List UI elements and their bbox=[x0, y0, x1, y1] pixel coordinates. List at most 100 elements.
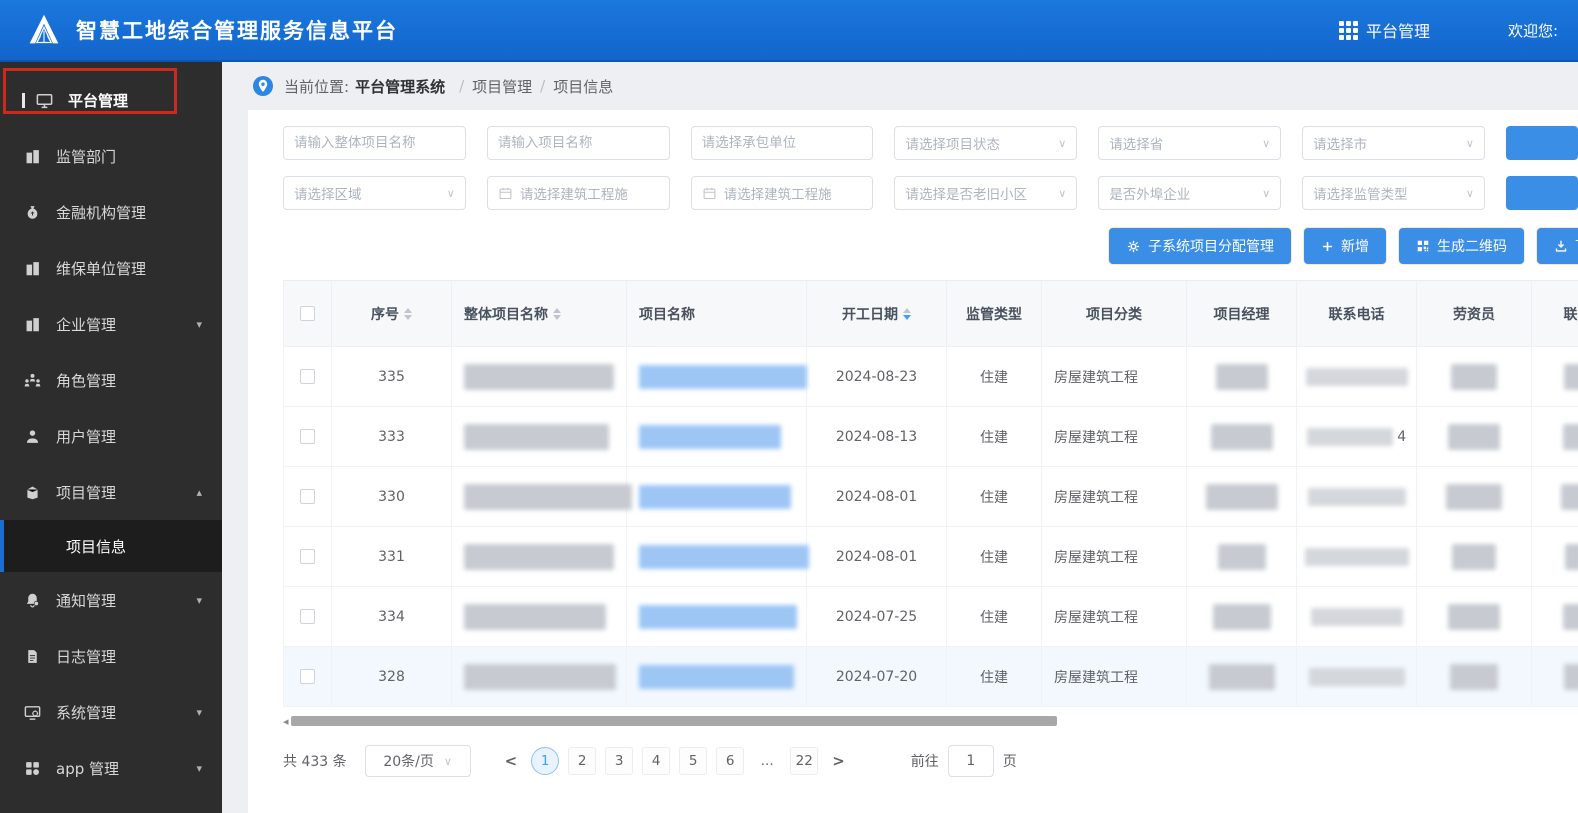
project-category-cell: 房屋建筑工程 bbox=[1041, 466, 1187, 527]
row-select-cell bbox=[283, 646, 332, 707]
filter-input[interactable] bbox=[283, 126, 466, 160]
filter-placeholder: 请选择监管类型 bbox=[1313, 187, 1408, 203]
redacted-text bbox=[464, 483, 632, 510]
prev-page-button[interactable]: < bbox=[495, 752, 528, 770]
action-button-label: 新增 bbox=[1341, 239, 1369, 255]
search-button[interactable] bbox=[1505, 126, 1578, 160]
sidebar-item[interactable]: 金融机构管理 bbox=[0, 184, 222, 240]
search-button[interactable] bbox=[1505, 176, 1578, 210]
sidebar-item[interactable]: 企业管理 ▾ bbox=[0, 296, 222, 352]
project-manager-cell bbox=[1186, 526, 1297, 587]
filter-date-picker[interactable]: 请选择建筑工程施 bbox=[486, 176, 670, 210]
filter-select[interactable]: 请选择是否老旧小区 ∨ bbox=[894, 176, 1078, 210]
column-header: 联系电话 bbox=[1531, 280, 1578, 347]
page-number-button[interactable]: 2 bbox=[568, 747, 597, 775]
filter-text-input[interactable] bbox=[701, 135, 863, 151]
chevron-down-icon: ▾ bbox=[196, 705, 202, 719]
redacted-link-text[interactable] bbox=[639, 604, 797, 629]
page-number-button[interactable]: 4 bbox=[642, 747, 671, 775]
sidebar-item[interactable]: 平台管理 bbox=[0, 72, 222, 128]
redacted-link-text[interactable] bbox=[639, 664, 794, 689]
page-number-button[interactable]: 1 bbox=[531, 747, 560, 775]
sidebar-subitem-project-info[interactable]: 项目信息 bbox=[0, 520, 222, 572]
row-checkbox[interactable] bbox=[300, 669, 315, 684]
redacted-link-text[interactable] bbox=[639, 544, 809, 569]
sort-caret-icon[interactable] bbox=[553, 307, 561, 320]
download-button[interactable]: 下载 bbox=[1537, 228, 1578, 264]
column-header-label: 联系电话 bbox=[1563, 306, 1578, 323]
sidebar-item[interactable]: 日志管理 bbox=[0, 628, 222, 684]
page-number-button[interactable]: 22 bbox=[790, 747, 819, 775]
subsystem-project-allocation-button[interactable]: 子系统项目分配管理 bbox=[1109, 228, 1291, 264]
table-row: 333 2024-08-13 住建 房屋建筑工程 4 bbox=[283, 406, 1578, 467]
add-new-button[interactable]: 新增 bbox=[1304, 228, 1386, 264]
column-header-label: 序号 bbox=[371, 306, 399, 323]
content-panel: 请选择项目状态 ∨ 请选择省 ∨ 请选择市 ∨ 请选择区域 ∨ 请选择建筑工程施 请选择建筑工程… bbox=[248, 110, 1578, 813]
top-header: 智慧工地综合管理服务信息平台 平台管理 欢迎您: bbox=[0, 0, 1578, 62]
chevron-down-icon: ▾ bbox=[196, 593, 202, 607]
filter-date-picker[interactable]: 请选择建筑工程施 bbox=[690, 176, 874, 210]
row-checkbox[interactable] bbox=[300, 609, 315, 624]
breadcrumb-item-project-management[interactable]: 项目管理 bbox=[472, 76, 532, 97]
filter-input[interactable] bbox=[486, 126, 670, 160]
sidebar-item[interactable]: 角色管理 bbox=[0, 352, 222, 408]
filter-select[interactable]: 请选择市 ∨ bbox=[1302, 126, 1485, 160]
filter-text-input[interactable] bbox=[294, 135, 455, 151]
filter-select[interactable]: 请选择区域 ∨ bbox=[283, 176, 466, 210]
sidebar-item[interactable]: 项目管理 ▴ bbox=[0, 464, 222, 520]
page-number-button[interactable]: 5 bbox=[679, 747, 708, 775]
breadcrumb-prefix: 当前位置: bbox=[284, 77, 350, 96]
filter-placeholder: 请选择建筑工程施 bbox=[723, 187, 832, 203]
horizontal-scrollbar[interactable]: ◂ bbox=[283, 715, 1578, 728]
row-checkbox[interactable] bbox=[300, 549, 315, 564]
contact-phone-cell bbox=[1296, 586, 1417, 647]
sort-caret-icon[interactable] bbox=[404, 307, 412, 320]
scrollbar-left-arrow-icon[interactable]: ◂ bbox=[283, 715, 291, 728]
redacted-text bbox=[1215, 363, 1268, 390]
filter-select[interactable]: 请选择项目状态 ∨ bbox=[894, 126, 1078, 160]
app-logo-icon bbox=[26, 13, 62, 47]
monitor-icon bbox=[34, 90, 54, 110]
column-header: 项目名称 bbox=[626, 280, 807, 347]
sidebar-item[interactable]: 通知管理 ▾ bbox=[0, 572, 222, 628]
column-header-inner: 整体项目名称 bbox=[452, 304, 626, 324]
next-page-button[interactable]: > bbox=[822, 752, 855, 770]
row-checkbox[interactable] bbox=[300, 489, 315, 504]
filter-text-input[interactable] bbox=[497, 135, 659, 151]
filter-select[interactable]: 请选择省 ∨ bbox=[1098, 126, 1282, 160]
row-checkbox[interactable] bbox=[300, 429, 315, 444]
sidebar-item[interactable]: 维保单位管理 bbox=[0, 240, 222, 296]
top-nav-platform-management[interactable]: 平台管理 bbox=[1366, 18, 1430, 42]
breadcrumb-root[interactable]: 平台管理系统 bbox=[355, 76, 445, 97]
breadcrumb-item-project-info[interactable]: 项目信息 bbox=[553, 76, 613, 97]
supervision-type-cell: 住建 bbox=[946, 466, 1042, 527]
sidebar-item[interactable]: 监管部门 bbox=[0, 128, 222, 184]
column-header: 联系电话 bbox=[1296, 280, 1417, 347]
sidebar-subitem-label: 项目信息 bbox=[66, 537, 127, 556]
redacted-link-text[interactable] bbox=[639, 484, 791, 509]
apps-grid-icon[interactable] bbox=[1338, 20, 1358, 40]
table-row: 331 2024-08-01 住建 房屋建筑工程 bbox=[283, 526, 1578, 587]
filter-select[interactable]: 是否外埠企业 ∨ bbox=[1098, 176, 1282, 210]
sort-caret-icon[interactable] bbox=[903, 307, 911, 320]
page-number-button[interactable]: 3 bbox=[605, 747, 634, 775]
page-number-button[interactable]: 6 bbox=[716, 747, 745, 775]
select-all-checkbox[interactable] bbox=[300, 306, 315, 321]
filter-input[interactable] bbox=[690, 126, 874, 160]
redacted-link-text[interactable] bbox=[639, 424, 781, 449]
overall-project-name-cell bbox=[451, 646, 627, 707]
generate-qrcode-button[interactable]: 生成二维码 bbox=[1399, 228, 1524, 264]
sidebar-item-label: 通知管理 bbox=[56, 591, 117, 610]
page-size-select[interactable]: 20条/页 ∨ bbox=[364, 745, 471, 777]
scrollbar-thumb[interactable] bbox=[291, 716, 1057, 726]
row-checkbox[interactable] bbox=[300, 369, 315, 384]
sidebar-item-label: 监管部门 bbox=[56, 147, 117, 166]
filter-placeholder: 是否外埠企业 bbox=[1109, 187, 1191, 203]
redacted-link-text[interactable] bbox=[639, 364, 807, 389]
sidebar-item[interactable]: 系统管理 ▾ bbox=[0, 684, 222, 740]
sidebar-item[interactable]: app 管理 ▾ bbox=[0, 740, 222, 796]
filter-select[interactable]: 请选择监管类型 ∨ bbox=[1302, 176, 1485, 210]
sidebar-item-label: 系统管理 bbox=[56, 703, 117, 722]
sidebar-item[interactable]: 用户管理 bbox=[0, 408, 222, 464]
goto-page-input[interactable] bbox=[947, 745, 994, 777]
